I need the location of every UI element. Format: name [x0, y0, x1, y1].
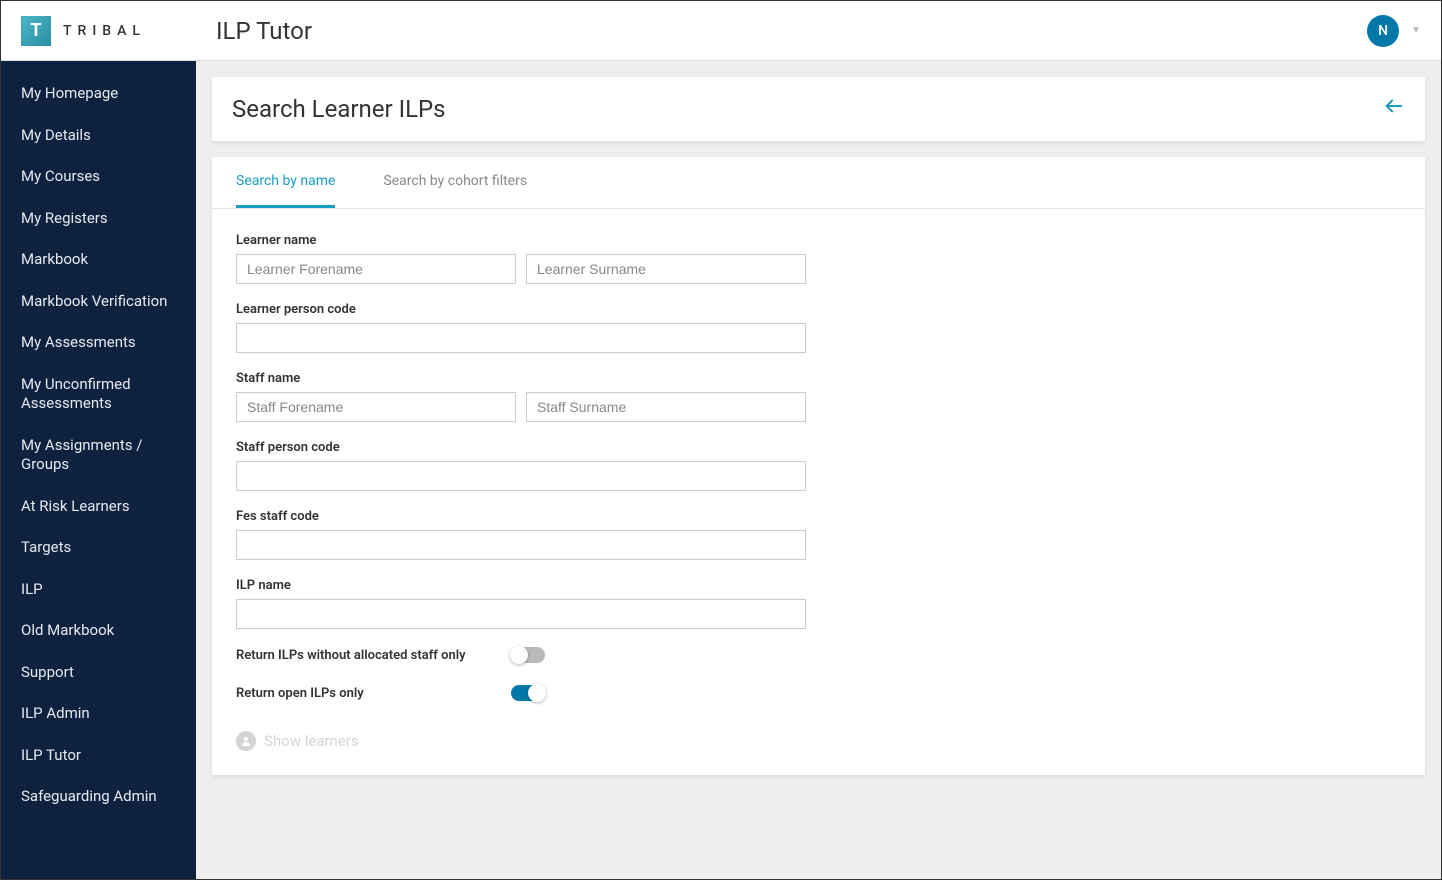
- back-arrow-icon[interactable]: [1383, 95, 1405, 123]
- sidebar-item-my-homepage[interactable]: My Homepage: [1, 73, 196, 115]
- logo-block: T TRIBAL: [21, 16, 196, 46]
- app-header: T TRIBAL ILP Tutor N ▼: [1, 1, 1441, 61]
- learner-person-code-input[interactable]: [236, 323, 806, 353]
- sidebar-item-markbook[interactable]: Markbook: [1, 239, 196, 281]
- sidebar-item-my-registers[interactable]: My Registers: [1, 198, 196, 240]
- sidebar-item-support[interactable]: Support: [1, 652, 196, 694]
- learner-person-code-label: Learner person code: [236, 302, 1401, 317]
- fes-staff-code-label: Fes staff code: [236, 509, 1401, 524]
- content-card: Search by name Search by cohort filters …: [212, 157, 1425, 775]
- toggle-open-only-label: Return open ILPs only: [236, 686, 511, 701]
- sidebar-item-markbook-verification[interactable]: Markbook Verification: [1, 281, 196, 323]
- app-title: ILP Tutor: [216, 17, 312, 45]
- show-learners-label: Show learners: [264, 732, 359, 750]
- sidebar-item-targets[interactable]: Targets: [1, 527, 196, 569]
- tabs: Search by name Search by cohort filters: [212, 157, 1425, 209]
- sidebar-item-my-assessments[interactable]: My Assessments: [1, 322, 196, 364]
- toggle-open-only[interactable]: [511, 685, 545, 701]
- tab-search-by-cohort-filters[interactable]: Search by cohort filters: [383, 157, 527, 208]
- sidebar-item-my-assignments-groups[interactable]: My Assignments / Groups: [1, 425, 196, 486]
- sidebar: My Homepage My Details My Courses My Reg…: [1, 61, 196, 879]
- sidebar-item-old-markbook[interactable]: Old Markbook: [1, 610, 196, 652]
- sidebar-item-safeguarding-admin[interactable]: Safeguarding Admin: [1, 776, 196, 818]
- toggle-knob-icon: [528, 684, 546, 702]
- fes-staff-code-input[interactable]: [236, 530, 806, 560]
- page-title: Search Learner ILPs: [232, 95, 446, 123]
- staff-forename-input[interactable]: [236, 392, 516, 422]
- show-learners-button: Show learners: [236, 731, 1401, 751]
- toggle-without-staff-label: Return ILPs without allocated staff only: [236, 648, 511, 663]
- sidebar-item-ilp-tutor[interactable]: ILP Tutor: [1, 735, 196, 777]
- learner-forename-input[interactable]: [236, 254, 516, 284]
- sidebar-item-ilp[interactable]: ILP: [1, 569, 196, 611]
- staff-person-code-label: Staff person code: [236, 440, 1401, 455]
- logo-text: TRIBAL: [63, 23, 146, 39]
- form-body: Learner name Learner person code Staff n…: [212, 209, 1425, 775]
- staff-name-label: Staff name: [236, 371, 1401, 386]
- chevron-down-icon[interactable]: ▼: [1411, 25, 1421, 36]
- tab-search-by-name[interactable]: Search by name: [236, 157, 335, 208]
- toggle-without-staff[interactable]: [511, 647, 545, 663]
- learner-surname-input[interactable]: [526, 254, 806, 284]
- person-icon: [236, 731, 256, 751]
- sidebar-item-at-risk-learners[interactable]: At Risk Learners: [1, 486, 196, 528]
- ilp-name-label: ILP name: [236, 578, 1401, 593]
- ilp-name-input[interactable]: [236, 599, 806, 629]
- sidebar-item-ilp-admin[interactable]: ILP Admin: [1, 693, 196, 735]
- staff-surname-input[interactable]: [526, 392, 806, 422]
- main-content: Search Learner ILPs Search by name Searc…: [196, 61, 1441, 879]
- avatar[interactable]: N: [1367, 15, 1399, 47]
- page-header-card: Search Learner ILPs: [212, 77, 1425, 141]
- toggle-knob-icon: [510, 646, 528, 664]
- sidebar-item-my-unconfirmed-assessments[interactable]: My Unconfirmed Assessments: [1, 364, 196, 425]
- sidebar-item-my-courses[interactable]: My Courses: [1, 156, 196, 198]
- sidebar-item-my-details[interactable]: My Details: [1, 115, 196, 157]
- logo-icon: T: [21, 16, 51, 46]
- learner-name-label: Learner name: [236, 233, 1401, 248]
- staff-person-code-input[interactable]: [236, 461, 806, 491]
